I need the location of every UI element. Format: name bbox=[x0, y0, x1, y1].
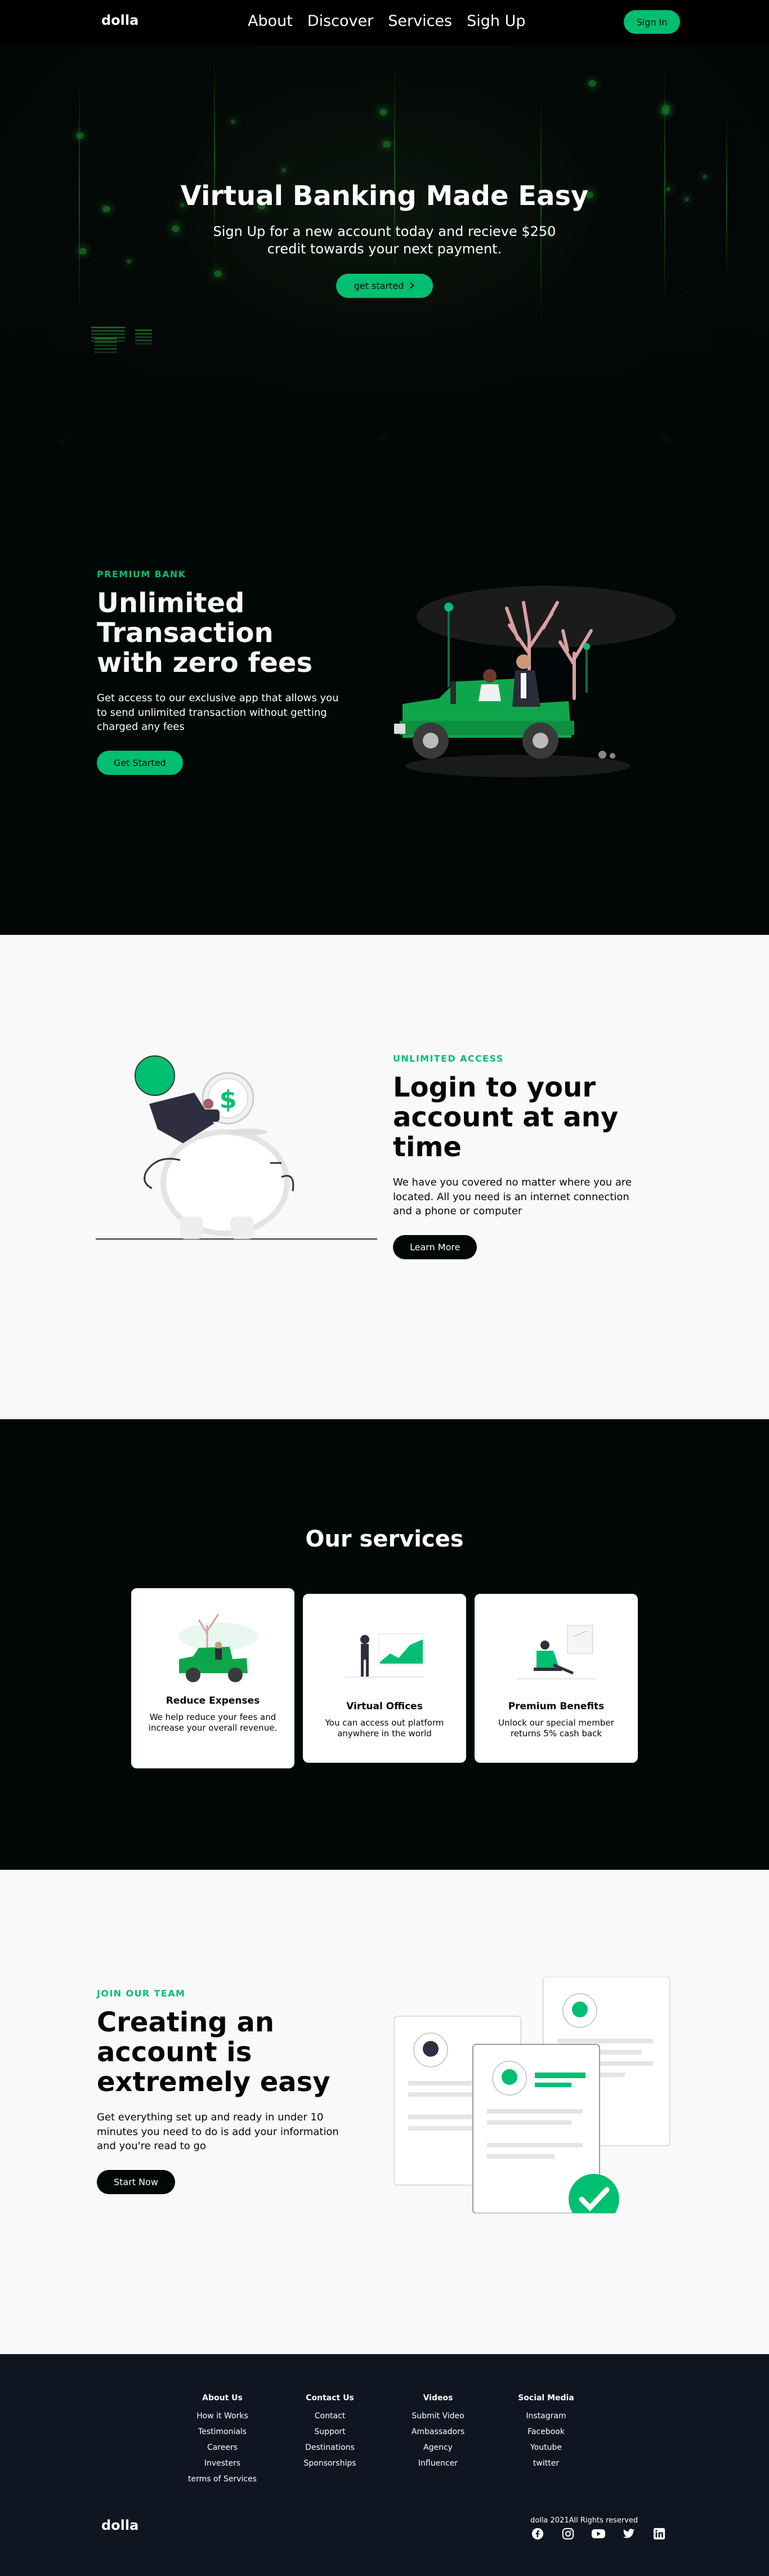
footer-link[interactable]: Ambassadors bbox=[387, 2427, 489, 2436]
footer-link[interactable]: Instagram bbox=[495, 2412, 597, 2421]
service-card-virtual-offices[interactable]: Virtual Offices You can access out platf… bbox=[303, 1594, 466, 1763]
signup-heading: Creating an account is extremely easy bbox=[97, 2007, 330, 2098]
footer-logo[interactable]: dolla bbox=[101, 2517, 138, 2533]
nav-link-services[interactable]: Services bbox=[388, 12, 452, 30]
start-now-button[interactable]: Start Now bbox=[97, 2169, 176, 2194]
about-description: Get access to our exclusive app that all… bbox=[97, 692, 339, 733]
hero-title: Virtual Banking Made Easy bbox=[180, 180, 589, 212]
footer-link[interactable]: twitter bbox=[495, 2459, 597, 2468]
footer-link[interactable]: Testimonials bbox=[172, 2427, 273, 2436]
hero-content: Virtual Banking Made Easy Sign Up for a … bbox=[0, 180, 769, 298]
signin-button[interactable]: Sign In bbox=[624, 10, 680, 34]
about-heading: Unlimited Transaction with zero fees bbox=[97, 587, 313, 679]
about-get-started-button[interactable]: Get Started bbox=[97, 750, 183, 775]
nav-menu: About Discover Services Sigh Up bbox=[248, 12, 525, 30]
footer-link[interactable]: Facebook bbox=[495, 2427, 597, 2436]
footer-column-title: Videos bbox=[423, 2394, 453, 2403]
discover-text: Unlimited Access Login to your account a… bbox=[393, 1053, 641, 1259]
svg-text:$: $ bbox=[220, 1085, 237, 1114]
car-illustration bbox=[388, 569, 681, 805]
footer-column-contact: Contact Us Contact Support Destinations … bbox=[279, 2394, 381, 2475]
footer-link[interactable]: Support bbox=[279, 2427, 381, 2436]
instagram-icon[interactable] bbox=[561, 2526, 575, 2541]
signup-text: Join our Team Creating an account is ext… bbox=[97, 1988, 345, 2194]
youtube-icon[interactable] bbox=[591, 2526, 606, 2541]
footer-column-social: Social Media Instagram Facebook Youtube … bbox=[495, 2394, 597, 2475]
footer-link[interactable]: Influencer bbox=[387, 2459, 489, 2468]
about-topline: Premium Bank bbox=[97, 569, 186, 580]
footer-link[interactable]: Agency bbox=[387, 2443, 489, 2452]
relax-illustration-icon bbox=[511, 1608, 601, 1693]
hero-section: Virtual Banking Made Easy Sign Up for a … bbox=[0, 45, 769, 451]
chart-illustration-icon bbox=[339, 1608, 430, 1693]
nav-link-about[interactable]: About bbox=[248, 12, 293, 30]
signup-section: Join our Team Creating an account is ext… bbox=[0, 1870, 769, 2354]
about-section: Premium Bank Unlimited Transaction with … bbox=[0, 451, 769, 935]
footer-column-title: Contact Us bbox=[306, 2394, 354, 2403]
profile-cards-illustration bbox=[388, 1976, 681, 2225]
footer-column-title: About Us bbox=[202, 2394, 243, 2403]
hero-subtitle: Sign Up for a new account today and reci… bbox=[213, 224, 556, 257]
footer-column-about: About Us How it Works Testimonials Caree… bbox=[172, 2394, 273, 2490]
learn-more-button[interactable]: Learn More bbox=[393, 1234, 477, 1259]
signup-topline: Join our Team bbox=[97, 1988, 186, 1999]
service-card-text: Unlock our special member returns 5% cas… bbox=[498, 1718, 614, 1739]
get-started-button[interactable]: get started bbox=[336, 274, 433, 298]
footer-link[interactable]: Youtube bbox=[495, 2443, 597, 2452]
service-card-text: We help reduce your fees and increase yo… bbox=[148, 1712, 278, 1733]
footer-column-videos: Videos Submit Video Ambassadors Agency I… bbox=[387, 2394, 489, 2475]
discover-section: $ Unlimited Access Login to your account… bbox=[0, 935, 769, 1419]
car-illustration-icon bbox=[168, 1603, 258, 1687]
page: dolla About Discover Services Sigh Up Si… bbox=[0, 0, 769, 2576]
service-card-title: Virtual Offices bbox=[346, 1701, 423, 1712]
discover-topline: Unlimited Access bbox=[393, 1053, 504, 1064]
service-card-premium-benefits[interactable]: Premium Benefits Unlock our special memb… bbox=[475, 1594, 638, 1763]
about-text: Premium Bank Unlimited Transaction with … bbox=[97, 569, 345, 775]
nav-logo[interactable]: dolla bbox=[101, 12, 138, 28]
footer-link[interactable]: Destinations bbox=[279, 2443, 381, 2452]
services-heading: Our services bbox=[305, 1526, 464, 1552]
social-icons bbox=[530, 2526, 667, 2541]
linkedin-icon[interactable] bbox=[652, 2526, 667, 2541]
copyright-text: dolla 2021All Rights reserved bbox=[530, 2516, 638, 2525]
footer-link[interactable]: Submit Video bbox=[387, 2412, 489, 2421]
piggy-bank-illustration: $ bbox=[96, 1048, 377, 1273]
footer-link[interactable]: How it Works bbox=[172, 2412, 273, 2421]
nav-link-discover[interactable]: Discover bbox=[307, 12, 373, 30]
footer-link[interactable]: Careers bbox=[172, 2443, 273, 2452]
footer-link[interactable]: Sponsorships bbox=[279, 2459, 381, 2468]
get-started-label: get started bbox=[354, 280, 404, 292]
service-card-reduce-expenses[interactable]: Reduce Expenses We help reduce your fees… bbox=[131, 1588, 294, 1768]
footer-link[interactable]: Investers bbox=[172, 2459, 273, 2468]
chevron-right-icon bbox=[409, 280, 415, 291]
nav-link-signup[interactable]: Sigh Up bbox=[467, 12, 525, 30]
discover-heading: Login to your account at any time bbox=[393, 1072, 619, 1163]
service-card-text: You can access out platform anywhere in … bbox=[325, 1718, 444, 1739]
footer-link[interactable]: Contact bbox=[279, 2412, 381, 2421]
facebook-icon[interactable] bbox=[530, 2526, 545, 2541]
discover-description: We have you covered no matter where you … bbox=[393, 1176, 632, 1217]
navbar: dolla About Discover Services Sigh Up Si… bbox=[0, 0, 769, 45]
footer-column-title: Social Media bbox=[518, 2394, 574, 2403]
service-card-title: Premium Benefits bbox=[508, 1701, 605, 1712]
footer: About Us How it Works Testimonials Caree… bbox=[0, 2354, 769, 2576]
service-card-title: Reduce Expenses bbox=[166, 1695, 260, 1706]
footer-link[interactable]: terms of Services bbox=[172, 2475, 273, 2484]
services-section: Our services Reduce Expenses We help red… bbox=[0, 1419, 769, 1870]
signup-description: Get everything set up and ready in under… bbox=[97, 2111, 339, 2152]
twitter-icon[interactable] bbox=[622, 2526, 636, 2541]
